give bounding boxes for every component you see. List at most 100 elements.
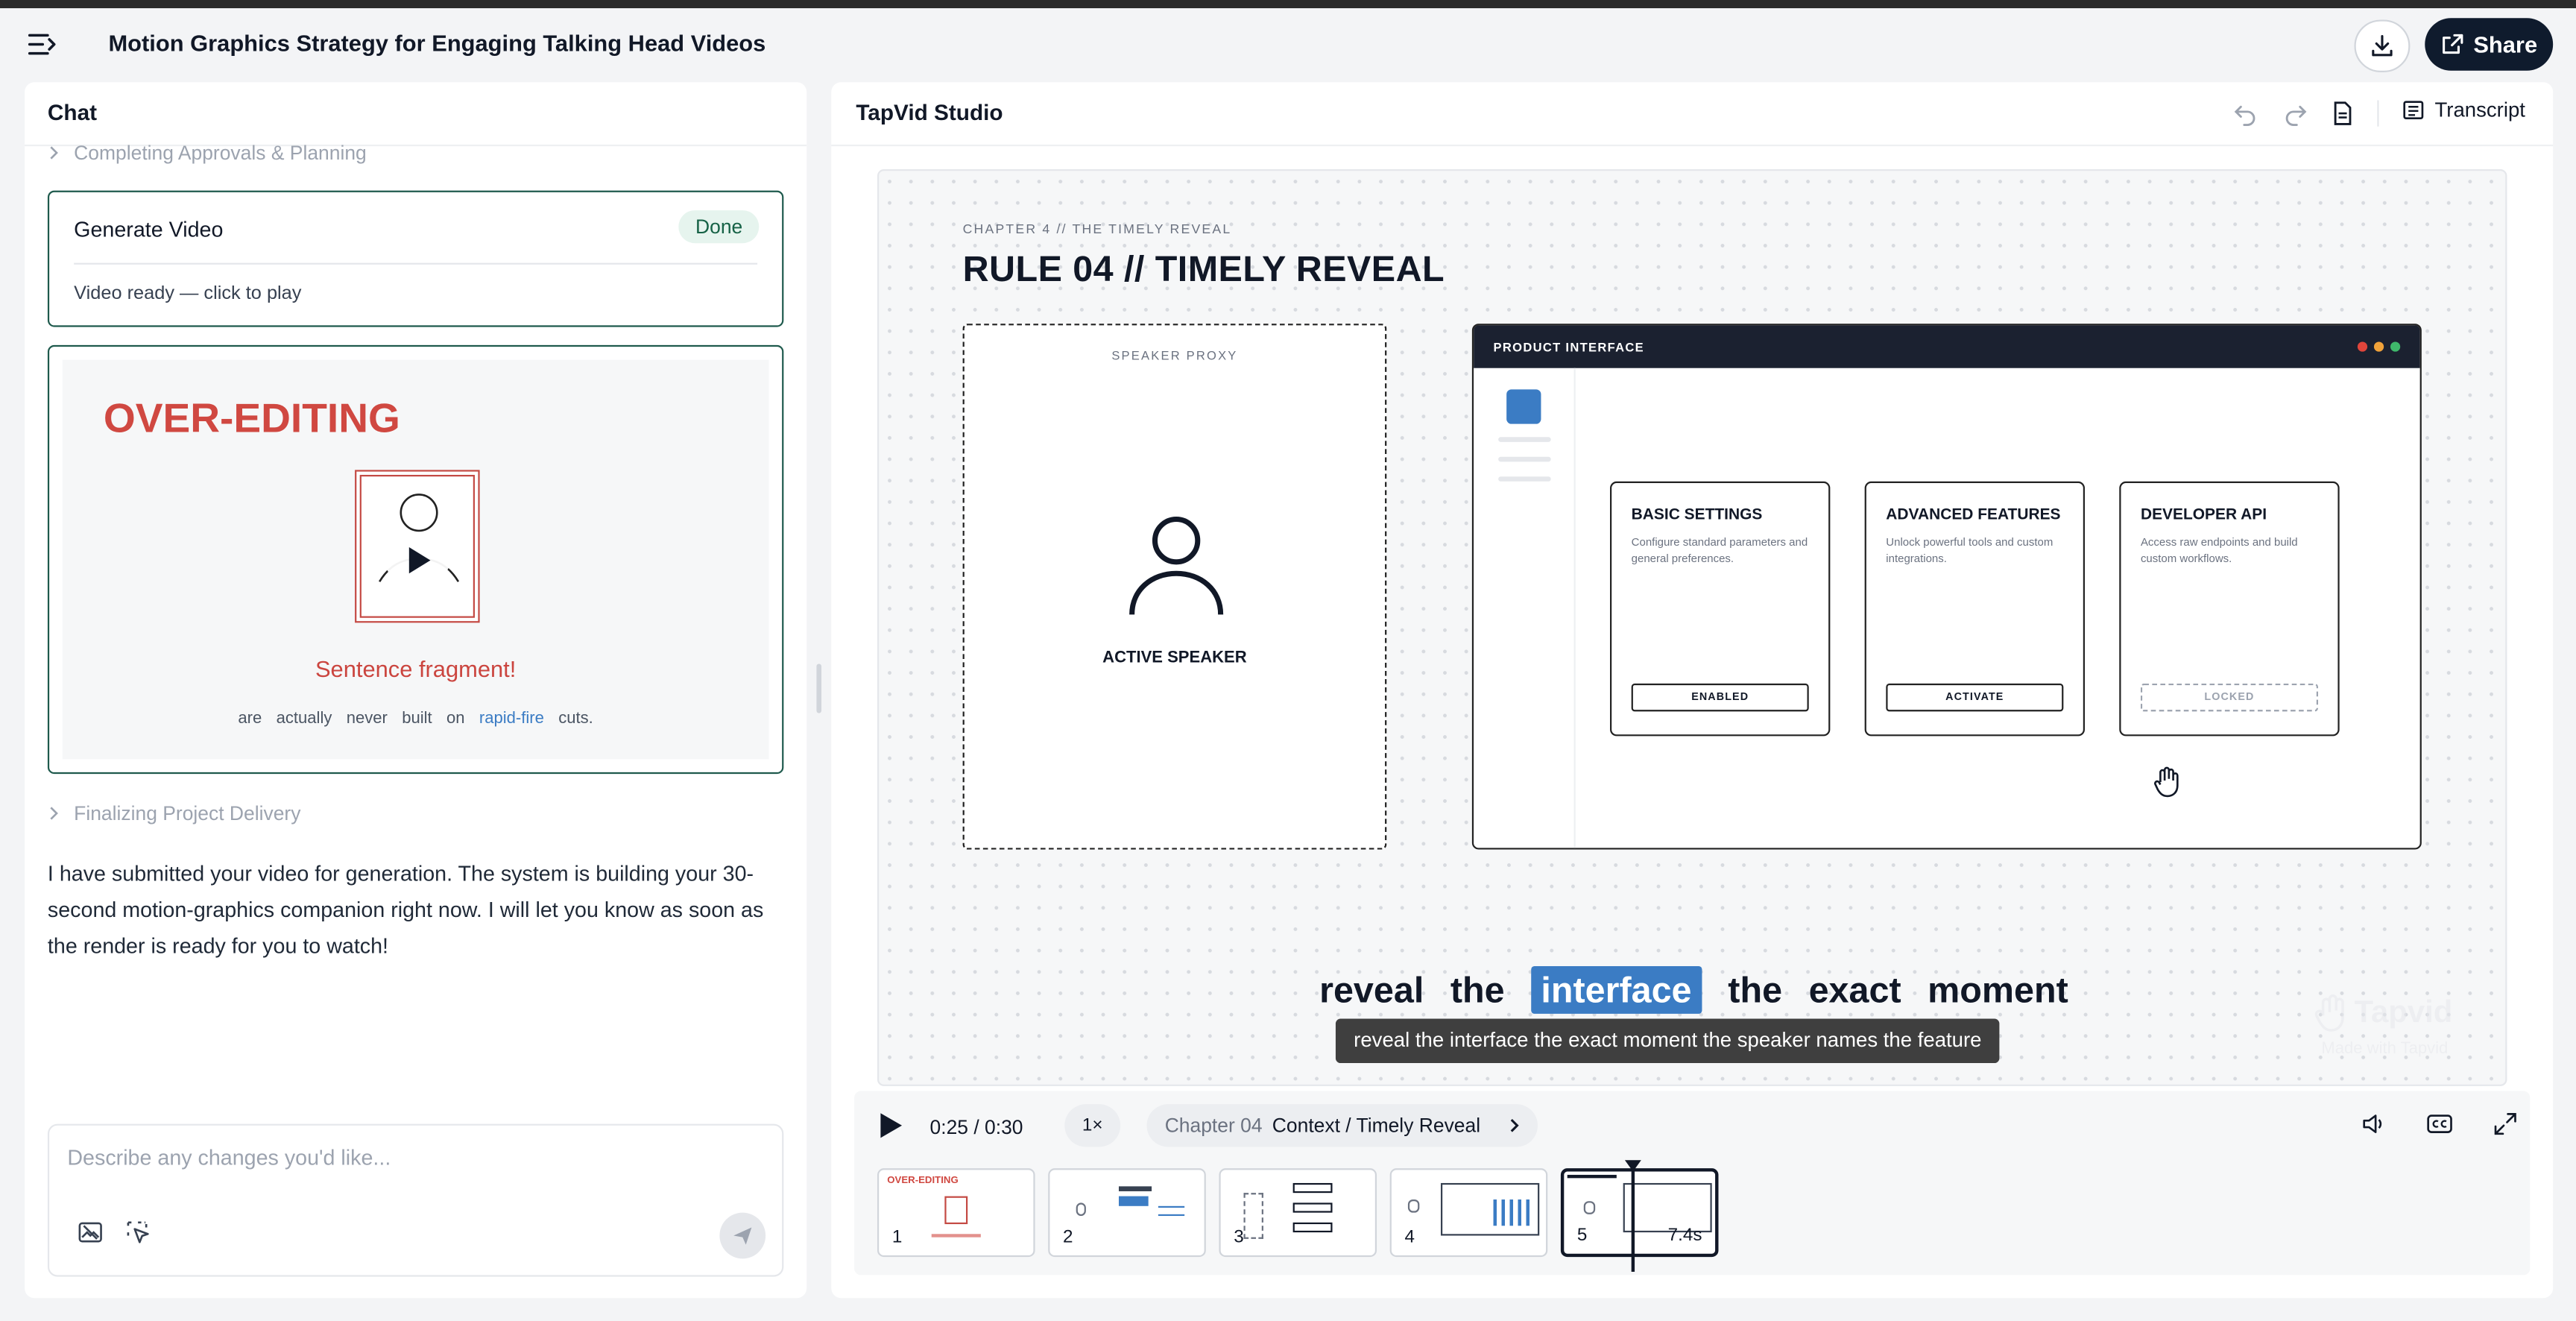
share-button[interactable]: Share bbox=[2425, 18, 2554, 71]
feature-card-basic: BASIC SETTINGS Configure standard parame… bbox=[1610, 481, 1831, 737]
feature-card-advanced: ADVANCED FEATURES Unlock powerful tools … bbox=[1864, 481, 2086, 737]
transcript-button[interactable]: Transcript bbox=[2402, 98, 2525, 122]
transcript-icon bbox=[2403, 101, 2424, 120]
preview-word: actually bbox=[276, 710, 332, 728]
chat-panel: Chat Completing Approvals & Planning Gen… bbox=[25, 82, 807, 1299]
tapvid-watermark: Tapvid Made with Tapvid bbox=[2311, 989, 2489, 1065]
header-separator bbox=[2377, 100, 2379, 127]
person-icon bbox=[1129, 516, 1224, 615]
send-button[interactable] bbox=[719, 1212, 766, 1259]
download-button[interactable] bbox=[2354, 19, 2411, 72]
scene-thumbnail[interactable]: 3 bbox=[1219, 1168, 1377, 1258]
preview-caption: are actually never built on rapid-fire c… bbox=[63, 710, 769, 728]
generate-video-title: Generate Video bbox=[74, 216, 224, 242]
collapsed-step-delivery[interactable]: Finalizing Project Delivery bbox=[48, 801, 301, 825]
app-logo bbox=[1506, 389, 1541, 424]
sidebar-line bbox=[1498, 476, 1551, 482]
caption-word: the bbox=[1450, 969, 1505, 1011]
video-preview-card[interactable]: OVER-EDITING Sentence fragment! are actu… bbox=[47, 344, 784, 775]
project-title: Motion Graphics Strategy for Engaging Ta… bbox=[108, 29, 766, 56]
thumbnail-number: 5 bbox=[1576, 1226, 1588, 1246]
share-label: Share bbox=[2473, 31, 2538, 58]
app-header: Motion Graphics Strategy for Engaging Ta… bbox=[0, 8, 2576, 81]
rule-title: RULE 04 // TIMELY REVEAL bbox=[962, 248, 1445, 289]
thumbnail-art bbox=[1292, 1222, 1333, 1233]
feature-description: Unlock powerful tools and custom integra… bbox=[1886, 537, 2053, 566]
captions-icon[interactable] bbox=[2426, 1111, 2452, 1137]
caption-words: reveal the interface the exact moment bbox=[879, 966, 2505, 1014]
document-icon[interactable] bbox=[2329, 100, 2355, 126]
scene-thumbnail-active[interactable]: 5 7.4s bbox=[1560, 1168, 1719, 1258]
thumbnail-art bbox=[1243, 1193, 1263, 1239]
thumbnail-art bbox=[1292, 1202, 1333, 1213]
thumbnail-art bbox=[1118, 1186, 1152, 1191]
select-element-icon[interactable] bbox=[125, 1219, 151, 1245]
generate-video-card[interactable]: Generate Video Done Video ready — click … bbox=[47, 190, 784, 327]
chevron-right-icon bbox=[50, 146, 58, 160]
caption-word: reveal bbox=[1319, 969, 1424, 1011]
feature-description: Access raw endpoints and build custom wo… bbox=[2140, 537, 2298, 566]
app-root: Motion Graphics Strategy for Engaging Ta… bbox=[0, 0, 2576, 1321]
collapsed-step-approvals[interactable]: Completing Approvals & Planning bbox=[48, 142, 367, 164]
thumbnail-art bbox=[1407, 1199, 1420, 1213]
timeline-playhead[interactable] bbox=[1631, 1166, 1635, 1272]
scene-thumbnail[interactable]: 2 bbox=[1048, 1168, 1206, 1258]
download-icon bbox=[2372, 34, 2393, 57]
chapter-selector[interactable]: Chapter 04 Context / Timely Reveal bbox=[1146, 1104, 1538, 1147]
step-label: Finalizing Project Delivery bbox=[74, 801, 301, 825]
undo-icon[interactable] bbox=[2232, 100, 2258, 126]
caption-word: the bbox=[1728, 969, 1783, 1011]
preview-word-highlight: rapid-fire bbox=[479, 710, 544, 728]
activate-button: ACTIVATE bbox=[1886, 683, 2064, 712]
thumbnail-art bbox=[1292, 1182, 1333, 1194]
scene-thumbnail[interactable]: OVER-EDITING 1 bbox=[877, 1168, 1035, 1258]
feature-title: DEVELOPER API bbox=[2140, 505, 2267, 525]
thumbnail-art bbox=[1076, 1202, 1086, 1217]
status-badge: Done bbox=[678, 210, 760, 244]
thumbnail-art bbox=[1623, 1182, 1712, 1233]
redo-icon[interactable] bbox=[2282, 100, 2308, 126]
thumbnail-art bbox=[1583, 1201, 1596, 1214]
panel-resize-handle[interactable] bbox=[816, 663, 822, 713]
chat-header: Chat bbox=[25, 82, 807, 147]
window-minimize-dot bbox=[2373, 341, 2384, 352]
play-icon[interactable] bbox=[876, 1111, 906, 1141]
play-overlay-icon[interactable] bbox=[381, 531, 453, 590]
preview-word: are bbox=[238, 710, 262, 728]
caption-tooltip: reveal the interface the exact moment th… bbox=[1335, 1018, 2000, 1064]
thumbnail-art bbox=[1158, 1205, 1185, 1217]
preview-heading: OVER-EDITING bbox=[103, 396, 400, 442]
window-titlebar: PRODUCT INTERFACE bbox=[1474, 325, 2420, 368]
window-maximize-dot bbox=[2390, 341, 2401, 352]
chat-title: Chat bbox=[47, 100, 98, 125]
chat-input[interactable] bbox=[67, 1145, 758, 1170]
feature-card-developer: DEVELOPER API Access raw endpoints and b… bbox=[2119, 481, 2340, 737]
preview-word: built bbox=[402, 710, 432, 728]
thumbnail-duration: 7.4s bbox=[1667, 1226, 1702, 1246]
image-edit-icon[interactable] bbox=[78, 1219, 104, 1245]
sidebar-toggle-icon[interactable] bbox=[28, 33, 57, 56]
transcript-label: Transcript bbox=[2434, 98, 2525, 122]
playhead-marker-icon[interactable] bbox=[1624, 1160, 1641, 1173]
video-stage[interactable]: CHAPTER 4 // THE TIMELY REVEAL RULE 04 /… bbox=[877, 169, 2507, 1086]
studio-header: TapVid Studio Transcript bbox=[831, 82, 2554, 147]
window-close-dot bbox=[2357, 341, 2368, 352]
fullscreen-icon[interactable] bbox=[2493, 1111, 2519, 1137]
thumbnail-label: OVER-EDITING bbox=[887, 1176, 959, 1187]
tapvid-logo-icon bbox=[2314, 994, 2344, 1032]
enabled-button: ENABLED bbox=[1631, 683, 1809, 712]
external-link-icon bbox=[2442, 34, 2463, 54]
preview-word: cuts. bbox=[558, 710, 593, 728]
volume-icon[interactable] bbox=[2361, 1111, 2387, 1137]
studio-panel: TapVid Studio Transcript CHAPTER 4 // TH… bbox=[831, 82, 2554, 1299]
chapter-label: CHAPTER 4 // THE TIMELY REVEAL bbox=[962, 221, 1232, 237]
thumbnail-art bbox=[931, 1234, 981, 1238]
speed-button[interactable]: 1× bbox=[1064, 1104, 1121, 1147]
scene-thumbnail[interactable]: 4 bbox=[1389, 1168, 1548, 1258]
window-title: PRODUCT INTERFACE bbox=[1493, 340, 1645, 356]
chapter-number: Chapter 04 bbox=[1164, 1114, 1263, 1138]
card-divider bbox=[74, 262, 758, 265]
playback-time: 0:25 / 0:30 bbox=[929, 1115, 1023, 1139]
speaker-name: ACTIVE SPEAKER bbox=[1102, 649, 1247, 667]
preview-sentence-label: Sentence fragment! bbox=[315, 655, 517, 682]
